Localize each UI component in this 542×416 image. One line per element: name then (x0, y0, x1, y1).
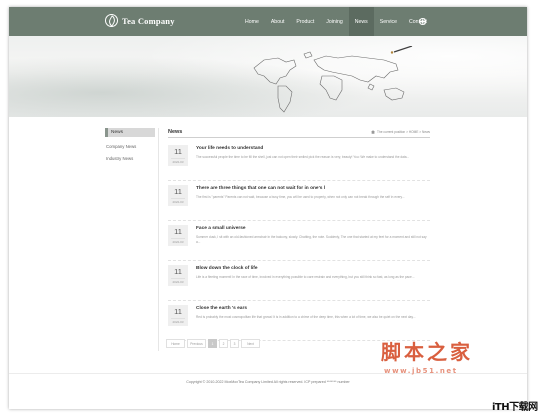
pagination: Home Previous 1 2 3 Next (166, 339, 262, 348)
nav-contact[interactable]: Contact (403, 7, 433, 36)
date-year-month: 2022-03 (171, 278, 185, 284)
date-badge[interactable]: 11 2022-03 (168, 145, 188, 166)
nav-joining[interactable]: Joining (320, 7, 348, 36)
news-summary: Red is probably the most cosmopolitan li… (196, 315, 416, 319)
sidebar-item-company-news[interactable]: Company News (105, 144, 155, 149)
content-header: News The current position > HOME > News (168, 128, 430, 138)
logo[interactable]: Tea Company (105, 14, 175, 27)
sidebar-title: News (105, 128, 155, 137)
date-day: 11 (174, 267, 182, 276)
nav-news[interactable]: News (348, 7, 374, 36)
date-day: 11 (174, 227, 182, 236)
breadcrumb: The current position > HOME > News (371, 130, 430, 134)
content-title: News (168, 129, 183, 135)
pager-page-1[interactable]: 1 (208, 339, 217, 348)
news-summary: Life is a fleeting moment! In the race o… (196, 275, 415, 279)
news-summary: Summer dusk, I sit with an old-fashioned… (196, 235, 427, 245)
news-title[interactable]: There are three things that one can not … (196, 186, 325, 191)
list-item: 11 2022-03 Your life needs to understand… (168, 141, 430, 181)
news-title[interactable]: Your life needs to understand (196, 146, 263, 151)
date-day: 11 (174, 187, 182, 196)
world-map-illustration (253, 46, 413, 113)
date-day: 11 (174, 147, 182, 156)
pager-next[interactable]: Next (241, 339, 260, 348)
nav-about[interactable]: About (265, 7, 291, 36)
site-header: Tea Company Home About Product Joining N… (9, 7, 527, 36)
sidebar-divider (158, 128, 159, 351)
date-badge[interactable]: 11 2022-03 (168, 265, 188, 286)
watermark-corner: iTH下载网 (492, 402, 538, 413)
date-year-month: 2022-03 (171, 198, 185, 204)
leaf-logo-icon (105, 14, 118, 27)
date-year-month: 2022-03 (171, 158, 185, 164)
date-badge[interactable]: 11 2022-03 (168, 305, 188, 326)
breadcrumb-text[interactable]: The current position > HOME > News (377, 130, 430, 134)
watermark-cn: 脚本之家 (381, 340, 473, 364)
date-badge[interactable]: 11 2022-03 (168, 225, 188, 246)
pager-page-2[interactable]: 2 (219, 339, 228, 348)
main-nav: Home About Product Joining News Service … (239, 7, 433, 36)
globe-icon[interactable] (419, 18, 426, 25)
news-summary: The successful people the time to be fil… (196, 155, 410, 159)
home-icon (371, 130, 376, 134)
list-item: 11 2022-03 Face a small universe Summer … (168, 221, 430, 261)
news-title[interactable]: Close the earth 's ears (196, 306, 247, 311)
news-title[interactable]: Face a small universe (196, 226, 246, 231)
nav-product[interactable]: Product (290, 7, 320, 36)
news-content: News The current position > HOME > News … (168, 128, 430, 341)
watermark-url: www.jb51.net (384, 367, 458, 375)
date-day: 11 (174, 307, 182, 316)
logo-text: Tea Company (122, 15, 175, 26)
nav-home[interactable]: Home (239, 7, 265, 36)
date-year-month: 2022-03 (171, 238, 185, 244)
pager-first[interactable]: Home (166, 339, 185, 348)
sidebar: News Company News Industry News (105, 128, 155, 161)
news-title[interactable]: Blow down the clock of life (196, 266, 258, 271)
news-summary: The first is "parents" Parents can not w… (196, 195, 405, 199)
pager-page-3[interactable]: 3 (230, 339, 239, 348)
list-item: 11 2022-03 There are three things that o… (168, 181, 430, 221)
sidebar-item-industry-news[interactable]: Industry News (105, 156, 155, 161)
date-year-month: 2022-03 (171, 318, 185, 324)
pager-previous[interactable]: Previous (187, 339, 206, 348)
nav-service[interactable]: Service (374, 7, 403, 36)
list-item: 11 2022-03 Blow down the clock of life L… (168, 261, 430, 301)
list-item: 11 2022-03 Close the earth 's ears Red i… (168, 301, 430, 341)
date-badge[interactable]: 11 2022-03 (168, 185, 188, 206)
footer-copyright: Copyright © 2010-2022 MoxMoxTea Company … (186, 380, 350, 384)
hero-banner (9, 36, 527, 117)
